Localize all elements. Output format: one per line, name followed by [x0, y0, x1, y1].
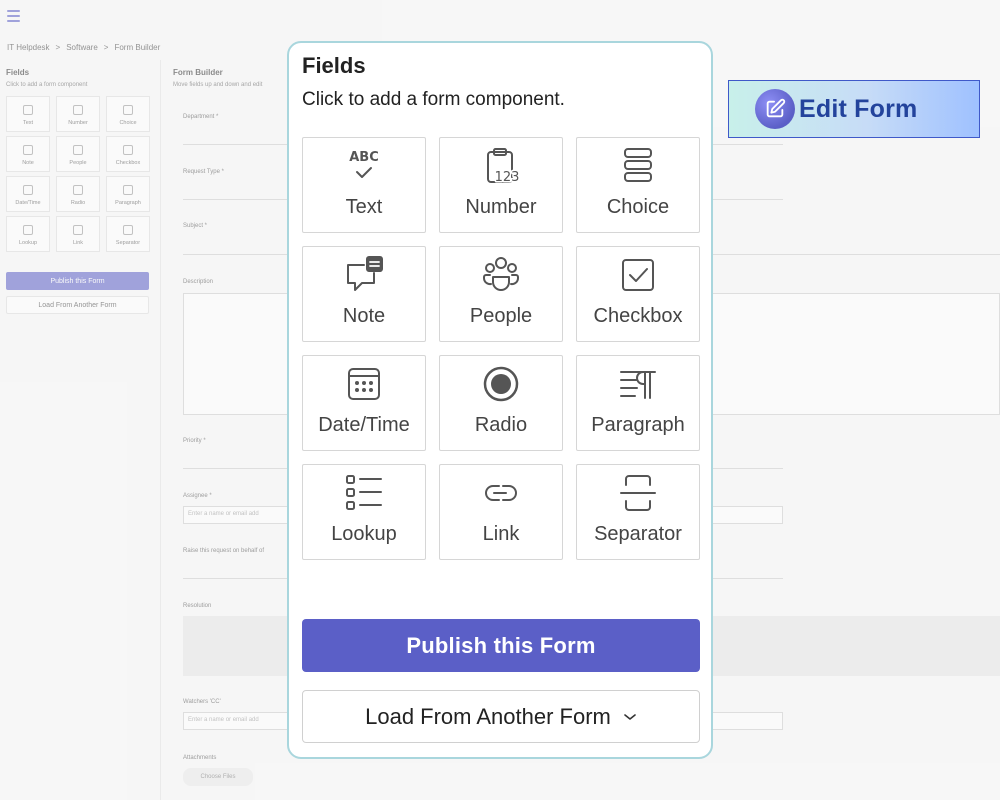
fields-panel: Fields Click to add a form component. AB… [287, 41, 713, 759]
background-load-button[interactable]: Load From Another Form [6, 296, 149, 314]
checkbox-icon [577, 247, 699, 299]
breadcrumb-item[interactable]: Software [66, 43, 98, 52]
edit-form-badge: Edit Form [728, 80, 980, 138]
field-label: Subject * [183, 223, 208, 229]
field-label: Priority * [183, 438, 206, 444]
radio-icon [440, 356, 562, 408]
tile-label: Link [482, 523, 520, 545]
edit-form-label: Edit Form [799, 94, 918, 123]
mini-tile[interactable]: Link [56, 216, 100, 252]
mini-tile[interactable]: Choice [106, 96, 150, 132]
note-field-tile[interactable]: Note [302, 246, 426, 342]
tile-label: People [469, 305, 533, 327]
datetime-field-tile[interactable]: Date/Time [302, 355, 426, 451]
breadcrumb: IT Helpdesk > Software > Form Builder [7, 43, 160, 52]
breadcrumb-separator: > [103, 43, 109, 52]
tile-label: Number [465, 196, 537, 218]
people-icon [440, 247, 562, 299]
tile-label: Lookup [331, 523, 397, 545]
tile-label: Choice [606, 196, 670, 218]
people-field-tile[interactable]: People [439, 246, 563, 342]
mini-tile[interactable]: Note [6, 136, 50, 172]
svg-text:ABC: ABC [349, 150, 379, 165]
paragraph-icon [577, 356, 699, 408]
note-icon [303, 247, 425, 299]
checkbox-field-tile[interactable]: Checkbox [576, 246, 700, 342]
tile-label: Text [345, 196, 383, 218]
lookup-list-icon [303, 465, 425, 517]
sidebar-title: Fields [6, 68, 30, 77]
text-abc-icon: ABC [303, 138, 425, 190]
breadcrumb-item: Form Builder [114, 43, 161, 52]
divider [160, 60, 161, 800]
field-label: Description [183, 279, 214, 285]
choice-list-icon [577, 138, 699, 190]
panel-subtitle: Click to add a form component. [302, 89, 565, 110]
mini-tile[interactable]: Paragraph [106, 176, 150, 212]
field-label: Department * [183, 114, 219, 120]
mini-tile[interactable]: Date/Time [6, 176, 50, 212]
form-builder-subtitle: Move fields up and down and edit [173, 82, 263, 88]
separator-icon [577, 465, 699, 517]
mini-tile[interactable]: Lookup [6, 216, 50, 252]
text-field-tile[interactable]: ABC Text [302, 137, 426, 233]
lookup-field-tile[interactable]: Lookup [302, 464, 426, 560]
radio-field-tile[interactable]: Radio [439, 355, 563, 451]
mini-tile[interactable]: Radio [56, 176, 100, 212]
link-icon [440, 465, 562, 517]
mini-tile[interactable]: Number [56, 96, 100, 132]
tile-label: Radio [474, 414, 528, 436]
field-label: Watchers 'CC' [183, 699, 221, 705]
separator-field-tile[interactable]: Separator [576, 464, 700, 560]
field-label: Request Type * [183, 169, 224, 175]
number-clipboard-icon: 123 [440, 138, 562, 190]
field-label: Attachments [183, 755, 217, 761]
tile-label: Date/Time [318, 414, 410, 436]
sidebar-subtitle: Click to add a form component [6, 82, 88, 88]
field-label: Assignee * [183, 493, 212, 499]
tile-label: Checkbox [593, 305, 683, 327]
panel-title: Fields [302, 53, 366, 78]
choose-files-button[interactable]: Choose Files [183, 768, 253, 786]
publish-form-button[interactable]: Publish this Form [302, 619, 700, 672]
tile-label: Paragraph [591, 414, 685, 436]
load-from-another-form-button[interactable]: Load From Another Form [302, 690, 700, 743]
calendar-icon [303, 356, 425, 408]
hamburger-menu-icon[interactable] [7, 10, 20, 22]
number-field-tile[interactable]: 123 Number [439, 137, 563, 233]
choice-field-tile[interactable]: Choice [576, 137, 700, 233]
sidebar-tile-grid: Text Number Choice Note People Checkbox … [6, 96, 156, 252]
paragraph-field-tile[interactable]: Paragraph [576, 355, 700, 451]
form-builder-title: Form Builder [173, 68, 223, 77]
svg-text:123: 123 [495, 170, 520, 185]
mini-tile[interactable]: Text [6, 96, 50, 132]
breadcrumb-separator: > [55, 43, 61, 52]
link-field-tile[interactable]: Link [439, 464, 563, 560]
breadcrumb-item[interactable]: IT Helpdesk [7, 43, 50, 52]
field-label: Resolution [183, 603, 212, 609]
publish-form-label: Publish this Form [406, 632, 596, 658]
field-label: Raise this request on behalf of [183, 548, 265, 554]
mini-tile[interactable]: Checkbox [106, 136, 150, 172]
tile-label: Note [342, 305, 386, 327]
background-sidebar: Fields Click to add a form component Tex… [6, 68, 156, 314]
mini-tile[interactable]: People [56, 136, 100, 172]
tile-label: Separator [594, 523, 682, 545]
chevron-down-icon [623, 712, 637, 722]
load-form-label: Load From Another Form [365, 703, 611, 729]
mini-tile[interactable]: Separator [106, 216, 150, 252]
background-publish-button[interactable]: Publish this Form [6, 272, 149, 290]
field-tile-grid: ABC Text 123 Number Choice Note People C… [302, 137, 700, 560]
edit-icon [755, 89, 795, 129]
